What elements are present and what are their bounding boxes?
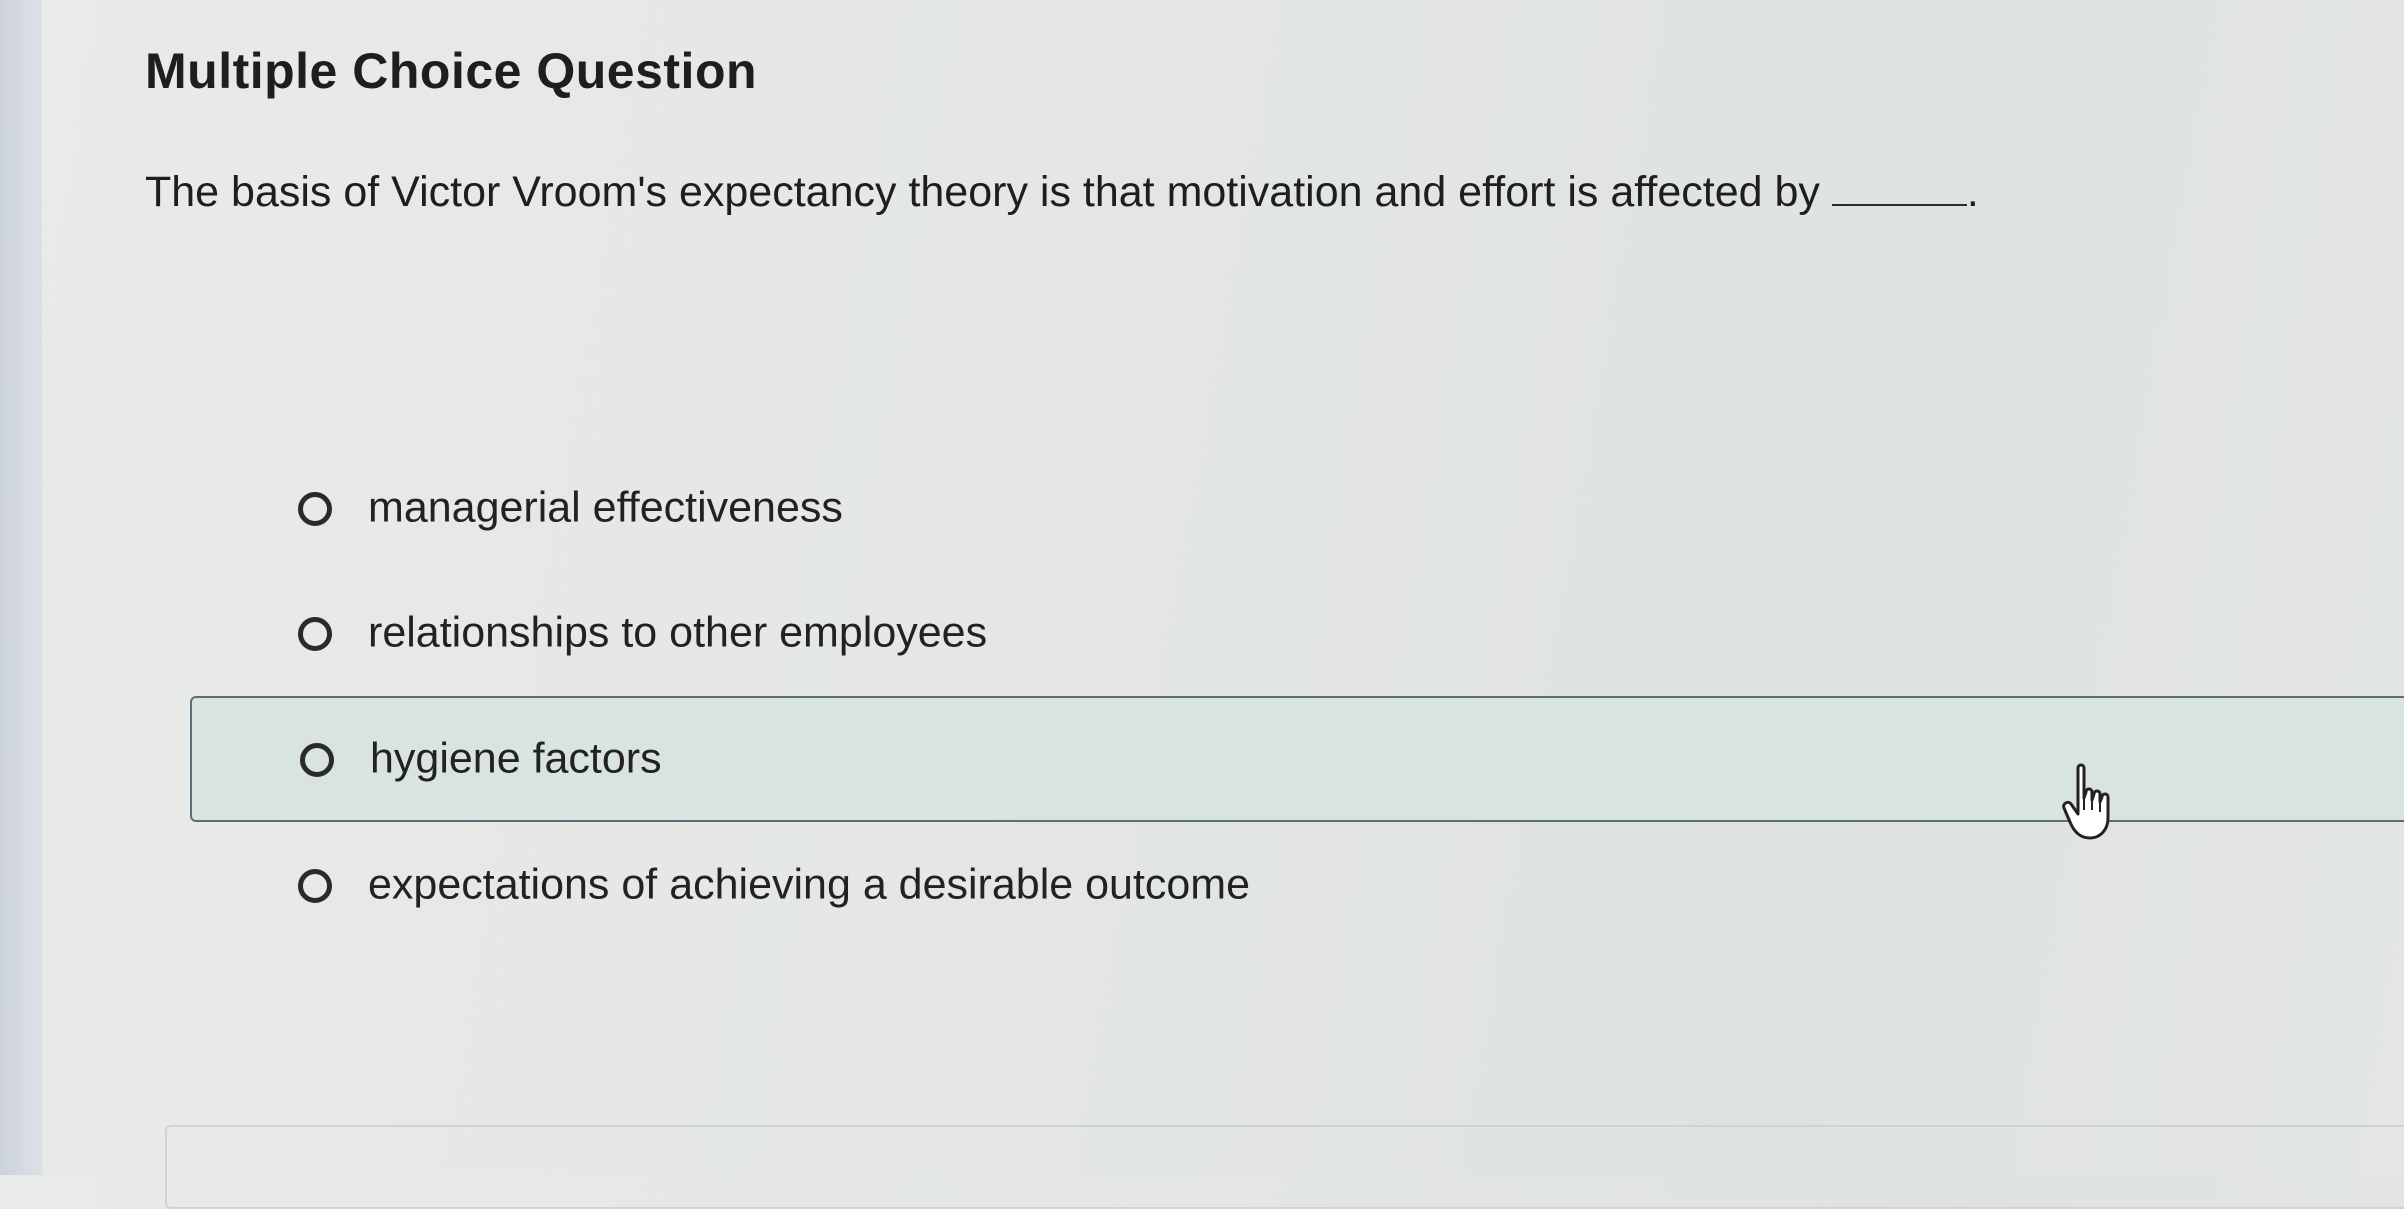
left-edge-panel xyxy=(0,0,42,1175)
bottom-panel xyxy=(165,1125,2404,1209)
radio-button-icon[interactable] xyxy=(298,869,332,903)
radio-button-icon[interactable] xyxy=(298,617,332,651)
option-label: expectations of achieving a desirable ou… xyxy=(368,860,1251,909)
question-stem-text: The basis of Victor Vroom's expectancy t… xyxy=(145,168,1820,216)
option-a[interactable]: managerial effectiveness xyxy=(190,445,2404,571)
question-title: Multiple Choice Question xyxy=(145,43,758,99)
option-label: relationships to other employees xyxy=(368,608,988,657)
option-label: hygiene factors xyxy=(370,734,662,783)
option-label: managerial effectiveness xyxy=(368,483,843,532)
radio-button-icon[interactable] xyxy=(298,492,332,526)
hand-pointer-icon xyxy=(2062,763,2110,840)
radio-button-icon[interactable] xyxy=(300,743,334,777)
question-stem: The basis of Victor Vroom's expectancy t… xyxy=(145,168,1979,217)
option-b[interactable]: relationships to other employees xyxy=(190,570,2404,696)
answer-blank xyxy=(1831,203,1967,206)
question-stem-end: . xyxy=(1966,168,1979,216)
